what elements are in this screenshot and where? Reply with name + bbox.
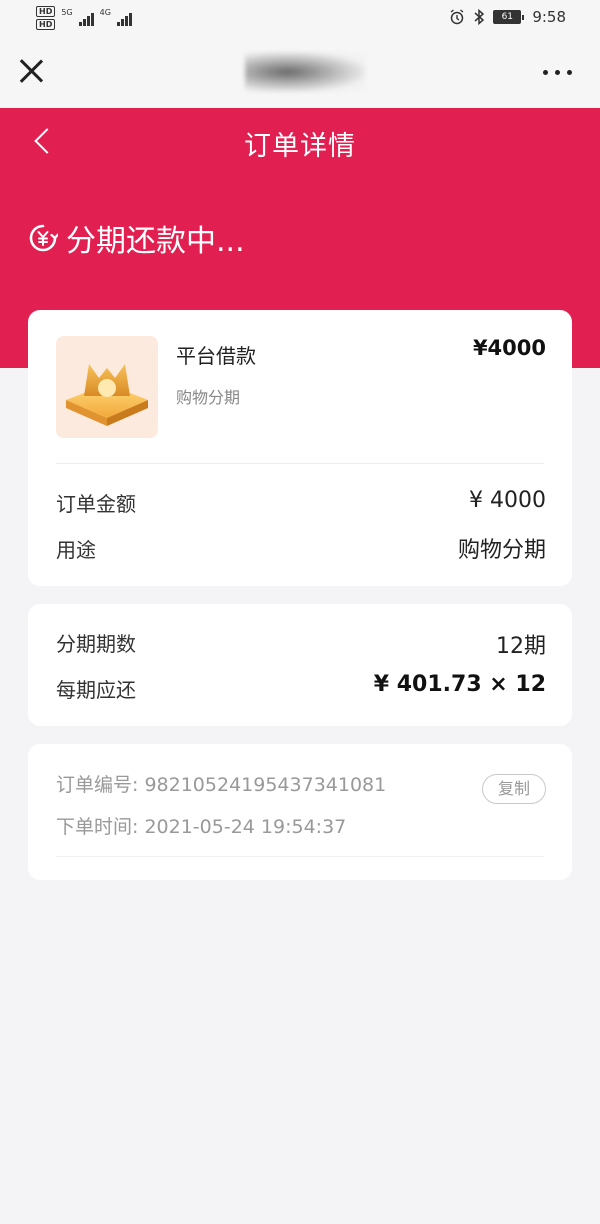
yen-repay-icon (29, 224, 58, 252)
network-indicators: HD HD 5G 4G (36, 6, 132, 30)
more-icon[interactable] (543, 70, 572, 75)
divider (56, 856, 544, 857)
product-image (56, 336, 158, 438)
order-number-label: 订单编号: (56, 774, 139, 796)
signal-icon (78, 12, 94, 26)
per-period-value: ¥ 401.73 × 12 (373, 672, 546, 697)
installment-card: 分期期数 12期 每期应还 ¥ 401.73 × 12 (28, 604, 572, 726)
close-icon[interactable] (18, 58, 44, 84)
installment-periods-label: 分期期数 (56, 632, 136, 656)
purpose-label: 用途 (56, 538, 96, 562)
product-subtitle: 购物分期 (176, 388, 241, 407)
product-price: ¥4000 (472, 336, 546, 360)
status-bar: HD HD 5G 4G 61 9:58 (0, 0, 600, 40)
order-amount-value: ¥ 4000 (469, 488, 546, 513)
blurred-page-title (245, 52, 365, 92)
bluetooth-icon (474, 9, 485, 25)
hd-badge: HD (36, 19, 56, 30)
order-time-row: 下单时间: 2021-05-24 19:54:37 (56, 812, 346, 839)
order-number-value: 98210524195437341081 (144, 774, 387, 796)
battery-level: 61 (493, 10, 522, 24)
product-name: 平台借款 (176, 344, 256, 368)
installment-periods-value: 12期 (496, 634, 546, 659)
per-period-label: 每期应还 (56, 678, 136, 702)
order-summary-card: 平台借款 购物分期 ¥4000 订单金额 ¥ 4000 用途 购物分期 (28, 310, 572, 586)
order-time-label: 下单时间: (56, 816, 139, 838)
purpose-value: 购物分期 (457, 538, 546, 563)
network-4g-label: 4G (99, 8, 111, 17)
signal-icon (116, 12, 132, 26)
status-text: 分期还款中... (66, 224, 245, 259)
order-amount-label: 订单金额 (56, 492, 136, 516)
hd-badge: HD (36, 6, 56, 17)
page-title: 订单详情 (244, 131, 356, 162)
divider (56, 463, 544, 464)
browser-top-bar (0, 40, 600, 108)
product-logo-icon (66, 364, 148, 426)
order-meta-card: 订单编号: 98210524195437341081 复制 下单时间: 2021… (28, 744, 572, 880)
order-number-row: 订单编号: 98210524195437341081 (56, 770, 386, 797)
battery-icon: 61 (493, 10, 525, 24)
copy-button[interactable]: 复制 (482, 774, 546, 804)
order-status: 分期还款中... (28, 216, 245, 260)
network-5g-label: 5G (61, 8, 73, 17)
order-time-value: 2021-05-24 19:54:37 (144, 816, 347, 838)
alarm-icon (450, 9, 464, 25)
clock: 9:58 (532, 8, 566, 26)
